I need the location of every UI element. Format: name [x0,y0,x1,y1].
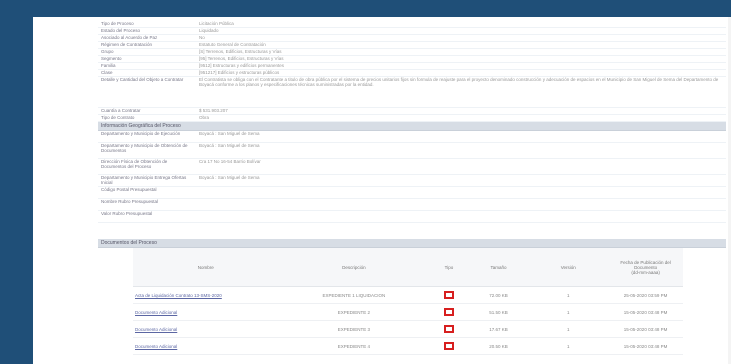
field-label: Clase [101,70,113,75]
field-value: No [199,35,205,40]
document-date: 15-05-2020 03:48 PM [608,303,683,321]
field-label: Tipo de Contrato [101,115,135,120]
field-value: [951217] Edificios y estructuras público… [199,70,280,75]
document-date: 15-05-2020 03:48 PM [608,320,683,338]
field-label: Departamento y Municipio Entrega Ofertas… [101,175,187,185]
document-size: 17.67 KB [468,320,529,338]
pdf-icon[interactable] [443,341,454,350]
table-row: Documento Adicional EXPEDIENTE 4 20.50 K… [133,337,683,355]
field-value: El Contratista se obliga con el Contrata… [199,77,719,87]
process-detail-panel: Tipo de Proceso Licitación Pública Estado… [33,17,728,364]
field-label: Cuantía a Contratar [101,108,141,113]
documents-section: Documentos del Proceso Nombre Descripció… [98,239,726,355]
document-link[interactable]: Documento Adicional [135,327,177,332]
field-value [196,199,726,210]
column-header-name: Nombre [133,248,279,287]
document-version: 1 [528,303,609,321]
field-value [196,211,726,222]
document-date: 15-05-2020 03:48 PM [608,337,683,355]
field-label: Detalle y Cantidad del Objeto a Contrata… [101,77,184,82]
document-description: EXPEDIENTE 1 LIQUIDACION [278,286,430,304]
column-header-type: Tipo [429,248,469,287]
document-link[interactable]: Documento Adicional [135,310,177,315]
document-version: 1 [528,286,609,304]
document-size: 72.00 KB [468,286,529,304]
field-value: $ 531.903.207 [199,108,228,113]
field-value: Boyacá : San Miguel de Sema [199,143,260,148]
field-value: Licitación Pública [199,21,234,26]
field-value: [S] Terrenos, Edificios, Estructuras y V… [199,49,282,54]
document-version: 1 [528,337,609,355]
field-value: [9512] Estructuras y edificios permanent… [199,63,285,68]
document-description: EXPEDIENTE 3 [278,320,430,338]
field-label: Estado del Proceso [101,28,141,33]
date-header-format: (dd-mm-aaaa) [631,269,660,275]
document-date: 25-05-2020 03:59 PM [608,286,683,304]
document-link[interactable]: Acta de Liquidación Contrato 13-SMS-2020 [135,293,222,298]
field-label: Valor Rubro Presupuestal [101,211,153,216]
field-label: Departamento y Municipio de Ejecución [101,131,181,136]
field-label: Asociado al Acuerdo de Paz [101,35,158,40]
field-value: Boyacá : San Miguel de Sema [199,175,260,180]
pdf-icon[interactable] [443,324,454,333]
field-label: Régimen de Contratación [101,42,153,47]
document-version: 1 [528,320,609,338]
documents-table: Nombre Descripción Tipo Tamaño Versión F… [133,248,683,355]
field-label: Grupo [101,49,114,54]
page-sheet: Tipo de Proceso Licitación Pública Estado… [33,17,731,364]
field-label: Tipo de Proceso [101,21,134,26]
column-header-date: Fecha de Publicación del Documento (dd-m… [608,248,683,287]
column-header-size: Tamaño [468,248,529,287]
field-value: Estatuto General de Contratación [199,42,266,47]
field-value: Boyacá : San Miguel de Sema [199,131,260,136]
field-value: Obra [199,115,210,120]
table-row: Documento Adicional EXPEDIENTE 2 51.50 K… [133,303,683,321]
field-value: Liquidado [199,28,219,33]
pdf-icon[interactable] [443,307,454,316]
column-header-version: Versión [528,248,609,287]
field-label: Código Postal Presupuestal [101,187,157,192]
geo-section-header: Información Geográfica del Proceso [98,122,726,131]
field-label: Nombre Rubro Presupuestal [101,199,159,204]
document-size: 20.50 KB [468,337,529,355]
date-header-label: Fecha de Publicación del Documento [620,259,671,270]
field-value: [95] Terrenos, Edificios, Estructuras y … [199,56,284,61]
field-label: Familia [101,63,116,68]
document-description: EXPEDIENTE 2 [278,303,430,321]
field-label: Departamento y Municipio de Obtención de… [101,143,188,153]
document-description: EXPEDIENTE 4 [278,337,430,355]
table-row: Acta de Liquidación Contrato 13-SMS-2020… [133,286,683,304]
field-label: Dirección Física de Obtención de Documen… [101,159,168,169]
document-link[interactable]: Documento Adicional [135,344,177,349]
field-value: Cra 17 No 16-54 Barrio Bolívar [199,159,261,164]
pdf-icon[interactable] [443,290,454,299]
document-size: 51.50 KB [468,303,529,321]
general-info-table: Tipo de Proceso Licitación Pública Estado… [98,21,726,223]
field-label: Segmento [101,56,122,61]
table-row: Documento Adicional EXPEDIENTE 3 17.67 K… [133,320,683,338]
field-value [196,187,726,198]
column-header-description: Descripción [278,248,430,287]
documents-section-header: Documentos del Proceso [98,239,726,248]
